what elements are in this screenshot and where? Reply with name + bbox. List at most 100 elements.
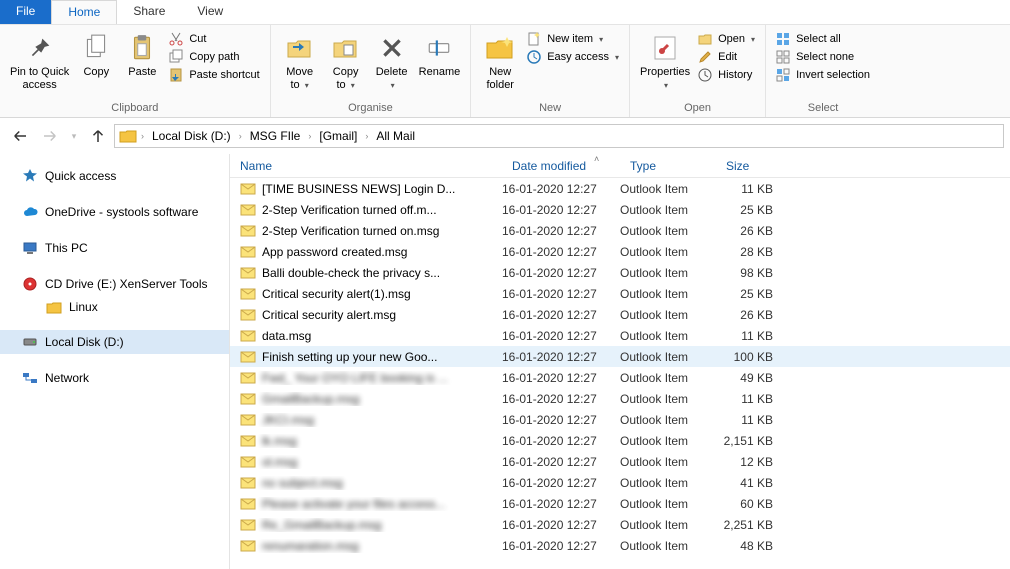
file-row[interactable]: Re_GmailBackup.msg16-01-2020 12:27Outloo… [230, 514, 1010, 535]
move-to-icon [285, 30, 315, 66]
file-date: 16-01-2020 12:27 [502, 350, 620, 364]
file-row[interactable]: Finish setting up your new Goo...16-01-2… [230, 346, 1010, 367]
open-label: Open [718, 32, 745, 47]
file-row[interactable]: App password created.msg16-01-2020 12:27… [230, 241, 1010, 262]
recent-locations-button[interactable]: ▾ [66, 122, 82, 150]
file-row[interactable]: Please activate your files access...16-0… [230, 493, 1010, 514]
file-row[interactable]: [TIME BUSINESS NEWS] Login D...16-01-202… [230, 178, 1010, 199]
file-row[interactable]: Balli double-check the privacy s...16-01… [230, 262, 1010, 283]
file-type: Outlook Item [620, 245, 716, 259]
file-name: App password created.msg [262, 245, 407, 259]
file-date: 16-01-2020 12:27 [502, 224, 620, 238]
breadcrumb-segment[interactable]: MSG FIle [246, 125, 305, 147]
dropdown-caret-icon: ▾ [305, 81, 309, 90]
history-icon [696, 67, 714, 83]
file-row[interactable]: ol.msg16-01-2020 12:27Outlook Item12 KB [230, 451, 1010, 472]
edit-button[interactable]: Edit [694, 48, 759, 66]
copy-to-button[interactable]: Copy to ▾ [323, 28, 369, 94]
nav-label: Quick access [45, 169, 116, 183]
copy-button[interactable]: Copy [73, 28, 119, 81]
paste-button[interactable]: Paste [119, 28, 165, 81]
up-button[interactable] [84, 122, 112, 150]
file-row[interactable]: GmailBackup.msg16-01-2020 12:27Outlook I… [230, 388, 1010, 409]
copy-label: Copy [83, 66, 109, 79]
file-name: Critical security alert.msg [262, 308, 396, 322]
rename-button[interactable]: Rename [415, 28, 465, 81]
file-date: 16-01-2020 12:27 [502, 329, 620, 343]
edit-icon [696, 49, 714, 65]
tab-home[interactable]: Home [51, 0, 117, 24]
mail-icon [240, 245, 256, 259]
copy-path-button[interactable]: Copy path [165, 48, 263, 66]
file-row[interactable]: Critical security alert(1).msg16-01-2020… [230, 283, 1010, 304]
back-button[interactable] [6, 122, 34, 150]
nav-onedrive[interactable]: OneDrive - systools software [0, 200, 229, 224]
group-label-organise: Organise [277, 100, 465, 117]
breadcrumb-segment[interactable]: All Mail [372, 125, 419, 147]
open-button[interactable]: Open ▾ [694, 30, 759, 48]
group-label-clipboard: Clipboard [6, 100, 264, 117]
move-to-button[interactable]: Move to ▾ [277, 28, 323, 94]
file-date: 16-01-2020 12:27 [502, 266, 620, 280]
file-type: Outlook Item [620, 224, 716, 238]
file-name: [TIME BUSINESS NEWS] Login D... [262, 182, 455, 196]
cut-button[interactable]: Cut [165, 30, 263, 48]
tab-view[interactable]: View [181, 0, 239, 24]
cut-icon [167, 31, 185, 47]
properties-button[interactable]: Properties▾ [636, 28, 694, 94]
delete-button[interactable]: Delete▾ [369, 28, 415, 94]
nav-this-pc[interactable]: This PC [0, 236, 229, 260]
column-date[interactable]: Date modified [502, 159, 620, 173]
column-type[interactable]: Type [620, 159, 716, 173]
file-date: 16-01-2020 12:27 [502, 539, 620, 553]
file-row[interactable]: 2-Step Verification turned off.m...16-01… [230, 199, 1010, 220]
group-clipboard: Pin to Quick access Copy Paste Cut [0, 25, 271, 117]
tab-share[interactable]: Share [117, 0, 181, 24]
paste-shortcut-button[interactable]: Paste shortcut [165, 66, 263, 84]
dropdown-caret-icon: ▾ [751, 32, 755, 47]
column-name[interactable]: Name [230, 159, 502, 173]
new-folder-button[interactable]: New folder [477, 28, 523, 94]
pin-to-quick-access-button[interactable]: Pin to Quick access [6, 28, 73, 94]
file-size: 12 KB [716, 455, 791, 469]
nav-network[interactable]: Network [0, 366, 229, 390]
nav-linux-folder[interactable]: Linux [0, 296, 229, 318]
file-date: 16-01-2020 12:27 [502, 434, 620, 448]
column-size[interactable]: Size [716, 159, 796, 173]
new-folder-label: New folder [486, 66, 514, 92]
file-row[interactable]: no subject.msg16-01-2020 12:27Outlook It… [230, 472, 1010, 493]
file-row[interactable]: JKCI.msg16-01-2020 12:27Outlook Item11 K… [230, 409, 1010, 430]
select-all-button[interactable]: Select all [772, 30, 874, 48]
disc-icon [22, 276, 38, 292]
mail-icon [240, 413, 256, 427]
file-name: Fwd_ Your OYO LIFE booking is ... [262, 371, 448, 385]
select-none-button[interactable]: Select none [772, 48, 874, 66]
easy-access-button[interactable]: Easy access ▾ [523, 48, 623, 66]
breadcrumb-segment[interactable]: [Gmail] [315, 125, 361, 147]
history-button[interactable]: History [694, 66, 759, 84]
forward-button[interactable] [36, 122, 64, 150]
new-item-button[interactable]: New item ▾ [523, 30, 623, 48]
file-row[interactable]: 2-Step Verification turned on.msg16-01-2… [230, 220, 1010, 241]
breadcrumb-segment[interactable]: Local Disk (D:) [148, 125, 235, 147]
file-type: Outlook Item [620, 329, 716, 343]
file-row[interactable]: lk.msg16-01-2020 12:27Outlook Item2,151 … [230, 430, 1010, 451]
file-size: 48 KB [716, 539, 791, 553]
file-row[interactable]: renumaration.msg16-01-2020 12:27Outlook … [230, 535, 1010, 556]
file-date: 16-01-2020 12:27 [502, 455, 620, 469]
file-type: Outlook Item [620, 497, 716, 511]
address-bar[interactable]: › Local Disk (D:) › MSG FIle › [Gmail] ›… [114, 124, 1004, 148]
mail-icon [240, 455, 256, 469]
easy-access-label: Easy access [547, 50, 609, 65]
nav-cd-drive[interactable]: CD Drive (E:) XenServer Tools [0, 272, 229, 296]
file-row[interactable]: data.msg16-01-2020 12:27Outlook Item11 K… [230, 325, 1010, 346]
file-name: GmailBackup.msg [262, 392, 359, 406]
select-all-label: Select all [796, 32, 841, 47]
mail-icon [240, 371, 256, 385]
file-row[interactable]: Critical security alert.msg16-01-2020 12… [230, 304, 1010, 325]
nav-quick-access[interactable]: Quick access [0, 164, 229, 188]
nav-local-disk-d[interactable]: Local Disk (D:) [0, 330, 229, 354]
file-row[interactable]: Fwd_ Your OYO LIFE booking is ...16-01-2… [230, 367, 1010, 388]
tab-file[interactable]: File [0, 0, 51, 24]
invert-selection-button[interactable]: Invert selection [772, 66, 874, 84]
